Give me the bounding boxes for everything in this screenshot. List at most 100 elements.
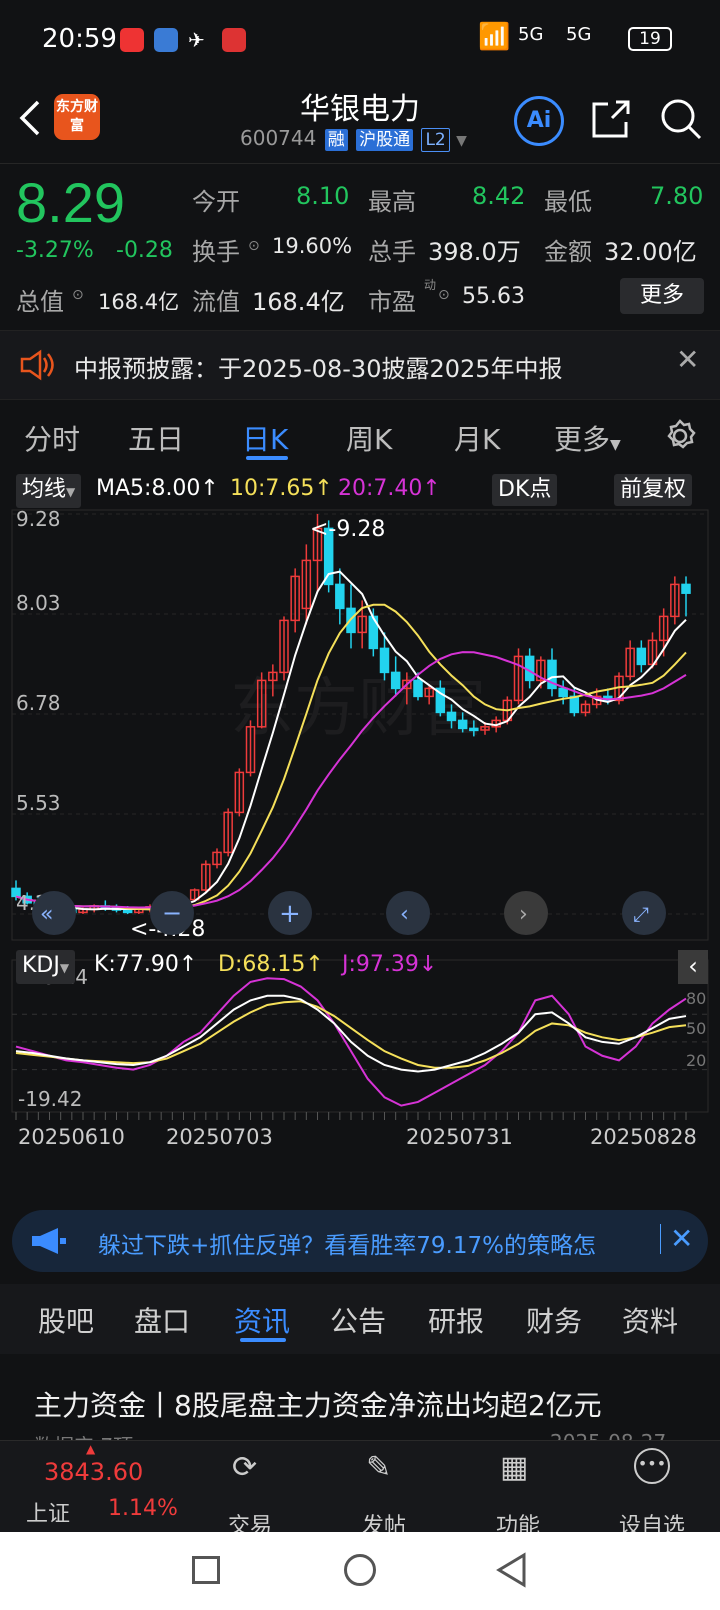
float-value: 168.4亿 xyxy=(252,288,345,316)
recent-apps-button[interactable] xyxy=(192,1556,220,1584)
open-value: 8.10 xyxy=(296,182,350,210)
grid-icon: ▦ xyxy=(500,1450,529,1485)
dropdown-icon: ▼ xyxy=(59,961,70,975)
ma-selector-label: 均线 xyxy=(22,477,67,502)
tab-pankou[interactable]: 盘口 xyxy=(134,1300,190,1340)
float-label: 流值 xyxy=(192,288,240,316)
more-button[interactable]: 更多 xyxy=(620,278,704,314)
active-tab-indicator xyxy=(246,456,288,460)
edit-icon: ✎ xyxy=(366,1450,392,1485)
collapse-indicator-button[interactable]: ‹ xyxy=(678,950,708,984)
battery-icon: 19 xyxy=(628,27,672,51)
notice-banner[interactable]: 中报预披露：于2025-08-30披露2025年中报 ✕ xyxy=(0,330,720,400)
chevron-right-icon: › xyxy=(519,902,528,927)
date-label: 20250703 xyxy=(166,1125,273,1149)
info-icon[interactable]: ⊙ xyxy=(72,287,84,303)
news-title[interactable]: 主力资金丨8股尾盘主力资金净流出均超2亿元 xyxy=(34,1384,602,1424)
search-button[interactable] xyxy=(658,96,704,146)
index-value[interactable]: 3843.60 xyxy=(44,1458,143,1486)
high-label: 最高 xyxy=(368,188,416,216)
kdj-line xyxy=(15,1000,687,1069)
tab-profile[interactable]: 资料 xyxy=(622,1300,678,1340)
candle-body xyxy=(558,687,568,698)
gear-icon xyxy=(667,419,696,449)
candle-body xyxy=(413,679,423,698)
plus-icon: + xyxy=(279,899,301,929)
info-icon[interactable]: ⊙ xyxy=(438,287,450,303)
candle-body xyxy=(122,909,133,914)
candle-body xyxy=(569,695,580,714)
back-button-system[interactable] xyxy=(494,1552,528,1588)
kdj-selector[interactable]: KDJ▼ xyxy=(16,950,76,984)
stock-code-line: 600744 融 沪股通 L2 ▼ xyxy=(240,126,467,152)
candle-body xyxy=(457,719,468,730)
candle-body xyxy=(681,583,691,594)
volume-value: 398.0万 xyxy=(428,238,521,266)
kdj-80: 80 xyxy=(686,989,706,1008)
dropdown-icon: ▼ xyxy=(610,437,621,453)
high-value: 8.42 xyxy=(472,182,526,210)
megaphone-icon xyxy=(32,1228,66,1254)
tab-fenshi[interactable]: 分时 xyxy=(24,418,80,458)
tab-week-k[interactable]: 周K xyxy=(346,418,392,458)
share-button[interactable] xyxy=(588,96,634,146)
pe-label: 市盈 xyxy=(368,288,416,316)
tab-research[interactable]: 研报 xyxy=(428,1300,484,1340)
ad-banner[interactable]: 躲过下跌+抓住反弹？看看胜率79.17%的策略怎 ✕ xyxy=(12,1210,708,1272)
price-tick: 8.03 xyxy=(16,591,61,615)
dropdown-icon[interactable]: ▼ xyxy=(456,133,467,149)
amount-label: 金额 xyxy=(544,238,592,266)
kdj-bottom-value: -19.42 xyxy=(18,1087,82,1111)
chevron-left-icon: ‹ xyxy=(400,902,409,927)
back-button[interactable] xyxy=(14,98,44,142)
settings-button[interactable] xyxy=(662,418,698,458)
signal-icon: 5G xyxy=(566,24,592,45)
turnover-value: 19.60% xyxy=(272,234,353,258)
divider xyxy=(0,163,720,164)
price-axis: 9.288.036.785.534.28 xyxy=(16,507,61,915)
notification-icon xyxy=(154,28,178,52)
open-label: 今开 xyxy=(192,188,240,216)
notification-icon xyxy=(222,28,246,52)
tab-5day[interactable]: 五日 xyxy=(128,418,184,458)
ma5-value: MA5:8.00↑ xyxy=(96,476,219,501)
divider xyxy=(660,1224,661,1254)
close-ad-button[interactable]: ✕ xyxy=(670,1222,693,1255)
k-value: K:77.90↑ xyxy=(94,952,198,977)
tab-month-k[interactable]: 月K xyxy=(454,418,500,458)
tab-finance[interactable]: 财务 xyxy=(526,1300,582,1340)
date-label: 20250610 xyxy=(18,1125,125,1149)
price-tick: 9.28 xyxy=(16,507,61,531)
kline-chart[interactable]: 东方财富 9.288.036.785.534.28 <-9.28 <-4.28 … xyxy=(0,500,720,1200)
candle-body xyxy=(379,647,390,674)
notification-icon: ✈ xyxy=(188,28,205,52)
home-button[interactable] xyxy=(344,1554,376,1586)
pe-dynamic-sup: 动 xyxy=(424,278,437,292)
trade-icon: ⟳ xyxy=(232,1450,258,1485)
candle-body xyxy=(636,647,647,666)
scroll-left-button[interactable] xyxy=(32,891,76,935)
active-tab-indicator xyxy=(240,1338,286,1342)
connect-tag: 沪股通 xyxy=(356,129,414,151)
date-label: 20250731 xyxy=(406,1125,513,1149)
candle-body xyxy=(469,727,479,732)
search-icon xyxy=(661,99,702,140)
ma10-value: 10:7.65↑ xyxy=(230,476,333,501)
low-value: 7.80 xyxy=(650,182,704,210)
info-icon[interactable]: ⊙ xyxy=(248,238,260,254)
kdj-selector-label: KDJ xyxy=(22,953,60,978)
tab-day-k[interactable]: 日K xyxy=(242,418,288,458)
j-value: J:97.39↓ xyxy=(342,952,438,977)
close-notice-button[interactable]: ✕ xyxy=(676,343,699,376)
dropdown-icon: ▼ xyxy=(66,485,76,499)
tab-guba[interactable]: 股吧 xyxy=(38,1300,94,1340)
price-tick: 6.78 xyxy=(16,691,61,715)
ai-button[interactable]: Ai xyxy=(514,96,564,146)
tab-announcement[interactable]: 公告 xyxy=(330,1300,386,1340)
tab-more[interactable]: 更多▼ xyxy=(554,418,621,458)
tab-news[interactable]: 资讯 xyxy=(234,1300,290,1340)
share-icon xyxy=(592,100,630,138)
pe-value: 55.63 xyxy=(462,284,525,309)
ma10-line xyxy=(15,603,687,911)
rewind-icon: « xyxy=(40,902,53,927)
